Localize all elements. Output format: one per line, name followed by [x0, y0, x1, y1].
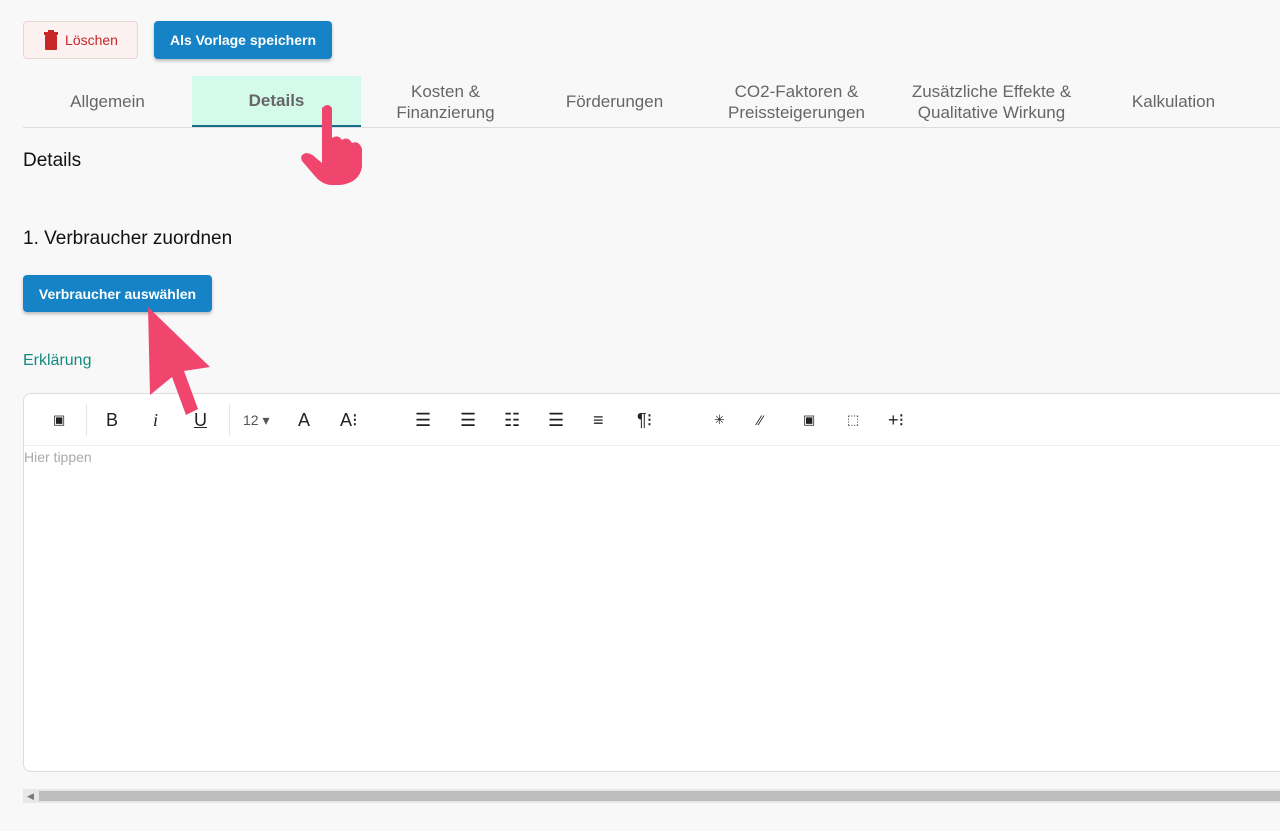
- tab-kosten-finanzierung[interactable]: Kosten & Finanzierung: [361, 76, 530, 127]
- align-right-icon[interactable]: ☰: [548, 408, 564, 432]
- horizontal-scrollbar[interactable]: ◀: [23, 789, 1280, 803]
- delete-label: Löschen: [65, 32, 118, 48]
- align-center-icon[interactable]: ☰: [460, 408, 476, 432]
- paragraph-icon[interactable]: ¶⁝: [637, 408, 652, 432]
- tab-label: Kosten & Finanzierung: [396, 81, 495, 122]
- font-size-select[interactable]: 12 ▾: [243, 408, 270, 432]
- tab-label: CO2-Faktoren & Preissteigerungen: [727, 81, 866, 122]
- tab-co2-faktoren[interactable]: CO2-Faktoren & Preissteigerungen: [699, 76, 894, 127]
- trash-icon: [44, 30, 59, 50]
- divider: [229, 404, 230, 436]
- underline-icon[interactable]: U: [194, 408, 207, 432]
- select-consumers-button[interactable]: Verbraucher auswählen: [23, 275, 212, 312]
- scrollbar-thumb[interactable]: [39, 791, 1280, 801]
- italic-icon[interactable]: i: [153, 408, 158, 432]
- align-left-icon[interactable]: ☰: [415, 408, 431, 432]
- image-icon[interactable]: ▣: [803, 408, 815, 432]
- tab-kalkulation[interactable]: Kalkulation: [1089, 76, 1258, 127]
- editor-placeholder[interactable]: Hier tippen: [24, 449, 92, 465]
- scroll-left-icon[interactable]: ◀: [27, 791, 34, 802]
- save-as-template-button[interactable]: Als Vorlage speichern: [154, 21, 332, 59]
- special-char-icon[interactable]: ✳: [714, 408, 725, 432]
- tab-zusaetzliche-effekte[interactable]: Zusätzliche Effekte & Qualitative Wirkun…: [894, 76, 1089, 127]
- tab-allgemein[interactable]: Allgemein: [23, 76, 192, 127]
- editor-toolbar: ▣ B i U 12 ▾ A A⁝ ☰ ☰ ☷ ☰ ≡ ¶⁝ ✳ ⁄⁄ ▣ ⬚ …: [24, 394, 1280, 446]
- section-title: 1. Verbraucher zuordnen: [23, 228, 233, 249]
- save-icon[interactable]: ▣: [53, 408, 65, 432]
- page-title: Details: [23, 150, 82, 171]
- tab-bar: Allgemein Details Kosten & Finanzierung …: [23, 76, 1280, 128]
- font-color-icon[interactable]: A: [298, 408, 310, 432]
- divider: [86, 404, 87, 436]
- clear-format-icon[interactable]: ⁄⁄: [758, 408, 763, 432]
- tab-details[interactable]: Details: [192, 76, 361, 127]
- justify-icon[interactable]: ≡: [593, 408, 604, 432]
- embed-icon[interactable]: ⬚: [847, 408, 859, 432]
- rich-text-editor: ▣ B i U 12 ▾ A A⁝ ☰ ☰ ☷ ☰ ≡ ¶⁝ ✳ ⁄⁄ ▣ ⬚ …: [23, 393, 1280, 772]
- tab-foerderungen[interactable]: Förderungen: [530, 76, 699, 127]
- more-icon[interactable]: +⁝: [888, 408, 904, 432]
- delete-button[interactable]: Löschen: [23, 21, 138, 59]
- explanation-label: Erklärung: [23, 352, 92, 369]
- text-style-icon[interactable]: A⁝: [340, 408, 358, 432]
- ordered-list-icon[interactable]: ☷: [504, 408, 520, 432]
- font-size-value: 12: [243, 412, 259, 428]
- bold-icon[interactable]: B: [106, 408, 118, 432]
- tab-label: Zusätzliche Effekte & Qualitative Wirkun…: [911, 81, 1072, 122]
